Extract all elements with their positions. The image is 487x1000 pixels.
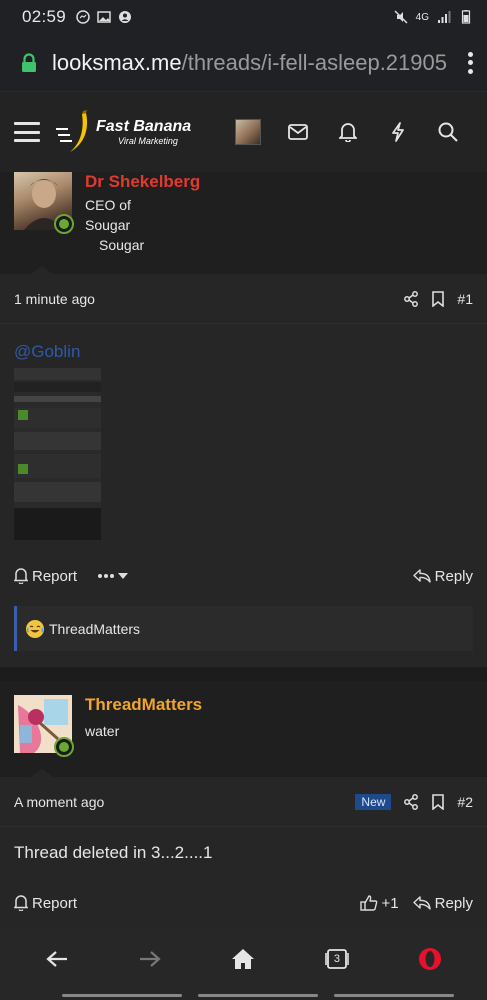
status-time: 02:59	[22, 7, 67, 26]
post-2-like-count: +1	[381, 894, 399, 912]
post-2-author[interactable]: ThreadMatters	[85, 695, 202, 715]
url-text[interactable]: looksmax.me/threads/i-fell-asleep.219052	[52, 50, 447, 76]
arrow-right-icon	[140, 951, 161, 967]
cloud-icon	[76, 10, 90, 24]
post-1-number[interactable]: #1	[457, 291, 473, 307]
more-options-icon	[98, 573, 129, 579]
post-1-reaction-user[interactable]: ThreadMatters	[49, 621, 140, 637]
new-post-badge: New	[355, 793, 392, 810]
search-icon	[438, 122, 458, 142]
url-path: /threads/i-fell-asleep.219052	[181, 49, 447, 75]
battery-icon	[461, 10, 471, 24]
reply-icon	[412, 896, 431, 910]
back-button[interactable]	[27, 937, 87, 981]
bell-icon	[14, 895, 28, 911]
search-button[interactable]	[423, 112, 473, 152]
post-1-report-button[interactable]: Report	[14, 568, 77, 585]
post-2-number[interactable]: #2	[457, 794, 473, 810]
site-logo[interactable]: Fast Banana Viral Marketing	[56, 109, 191, 155]
post-2-time[interactable]: A moment ago	[14, 794, 104, 810]
status-system-icons: 4G	[394, 10, 473, 24]
whats-new-button[interactable]	[373, 112, 423, 152]
share-icon[interactable]	[403, 290, 419, 307]
bell-icon	[339, 123, 357, 142]
lightning-icon	[392, 122, 404, 142]
signal-icon	[438, 11, 451, 23]
thumbs-up-icon	[359, 895, 377, 911]
lock-icon	[22, 52, 36, 72]
opera-menu-button[interactable]	[400, 937, 460, 981]
post-2-report-label: Report	[32, 894, 78, 912]
gesture-bar	[0, 990, 487, 1000]
post-1-reactions[interactable]: ThreadMatters	[14, 606, 473, 651]
post-2-report-button[interactable]: Report	[14, 895, 77, 912]
post-1-attached-screenshot[interactable]	[14, 368, 101, 540]
inbox-button[interactable]	[273, 112, 323, 152]
post-2-body: Thread deleted in 3...2....1 Report +1 R…	[0, 827, 487, 928]
thread-page: Dr Shekelberg CEO of Sougar Sougar 1 min…	[0, 172, 487, 928]
reply-icon	[412, 569, 431, 583]
site-header: Fast Banana Viral Marketing	[0, 92, 487, 172]
status-bar: 02:59 4G	[0, 0, 487, 34]
post-1-user-title-line-3: Sougar	[99, 237, 145, 253]
bookmark-icon[interactable]	[431, 290, 445, 307]
account-avatar-button[interactable]	[223, 112, 273, 152]
post-1-reply-label: Reply	[434, 567, 473, 585]
home-button[interactable]	[213, 937, 273, 981]
share-icon[interactable]	[403, 793, 419, 810]
bookmark-icon[interactable]	[431, 793, 445, 810]
post-1: Dr Shekelberg CEO of Sougar Sougar 1 min…	[0, 172, 487, 667]
browser-url-bar[interactable]: looksmax.me/threads/i-fell-asleep.219052	[0, 34, 487, 92]
post-2: ThreadMatters water A moment ago New #2 …	[0, 681, 487, 928]
bell-icon	[14, 568, 28, 584]
post-1-report-label: Report	[32, 567, 78, 585]
status-notification-icons	[76, 10, 132, 24]
home-icon	[232, 949, 255, 969]
brand-name: Fast Banana	[96, 117, 192, 135]
post-1-avatar[interactable]	[14, 172, 74, 234]
post-1-more-options-button[interactable]	[97, 571, 131, 581]
tabs-button[interactable]: 3	[307, 937, 367, 981]
menu-button[interactable]	[14, 122, 40, 142]
post-2-reply-button[interactable]: Reply	[412, 894, 473, 912]
account-circle-icon	[119, 11, 132, 23]
banana-logo-icon	[56, 110, 88, 152]
envelope-icon	[288, 124, 308, 140]
post-1-user-title-line-2: Sougar	[85, 217, 131, 233]
post-1-reply-button[interactable]: Reply	[412, 567, 473, 585]
post-2-message: Thread deleted in 3...2....1	[14, 843, 213, 862]
browser-menu-button[interactable]	[467, 51, 473, 74]
avatar	[235, 119, 261, 145]
post-2-meta: A moment ago New #2	[0, 777, 487, 827]
post-2-actions: Report +1 Reply	[14, 883, 473, 923]
brand-tagline: Viral Marketing	[118, 135, 178, 146]
url-domain: looksmax.me	[52, 49, 182, 75]
post-1-body: @Goblin Report Reply ThreadMatters	[0, 324, 487, 667]
online-status-icon	[54, 737, 74, 757]
mute-icon	[394, 10, 408, 24]
crying-laughing-emoji-icon	[26, 619, 44, 638]
browser-nav-bar: 3	[0, 928, 487, 990]
post-2-avatar[interactable]	[14, 695, 74, 757]
online-status-icon	[54, 214, 74, 234]
post-1-meta: 1 minute ago #1	[0, 274, 487, 324]
network-type: 4G	[415, 11, 429, 23]
tab-count: 3	[333, 953, 340, 965]
post-2-reply-label: Reply	[434, 894, 473, 912]
post-1-time[interactable]: 1 minute ago	[14, 291, 95, 307]
forward-button[interactable]	[120, 937, 180, 981]
post-1-user-title-line-1: CEO of	[85, 197, 131, 213]
arrow-left-icon	[46, 951, 67, 967]
post-1-author[interactable]: Dr Shekelberg	[85, 172, 200, 192]
post-2-user-title: water	[85, 723, 120, 739]
post-1-mention-link[interactable]: @Goblin	[14, 324, 473, 362]
alerts-button[interactable]	[323, 112, 373, 152]
post-1-actions: Report Reply	[14, 556, 473, 596]
opera-logo-icon	[419, 948, 442, 970]
post-2-like-button[interactable]: +1	[359, 894, 399, 912]
image-icon	[97, 11, 111, 23]
